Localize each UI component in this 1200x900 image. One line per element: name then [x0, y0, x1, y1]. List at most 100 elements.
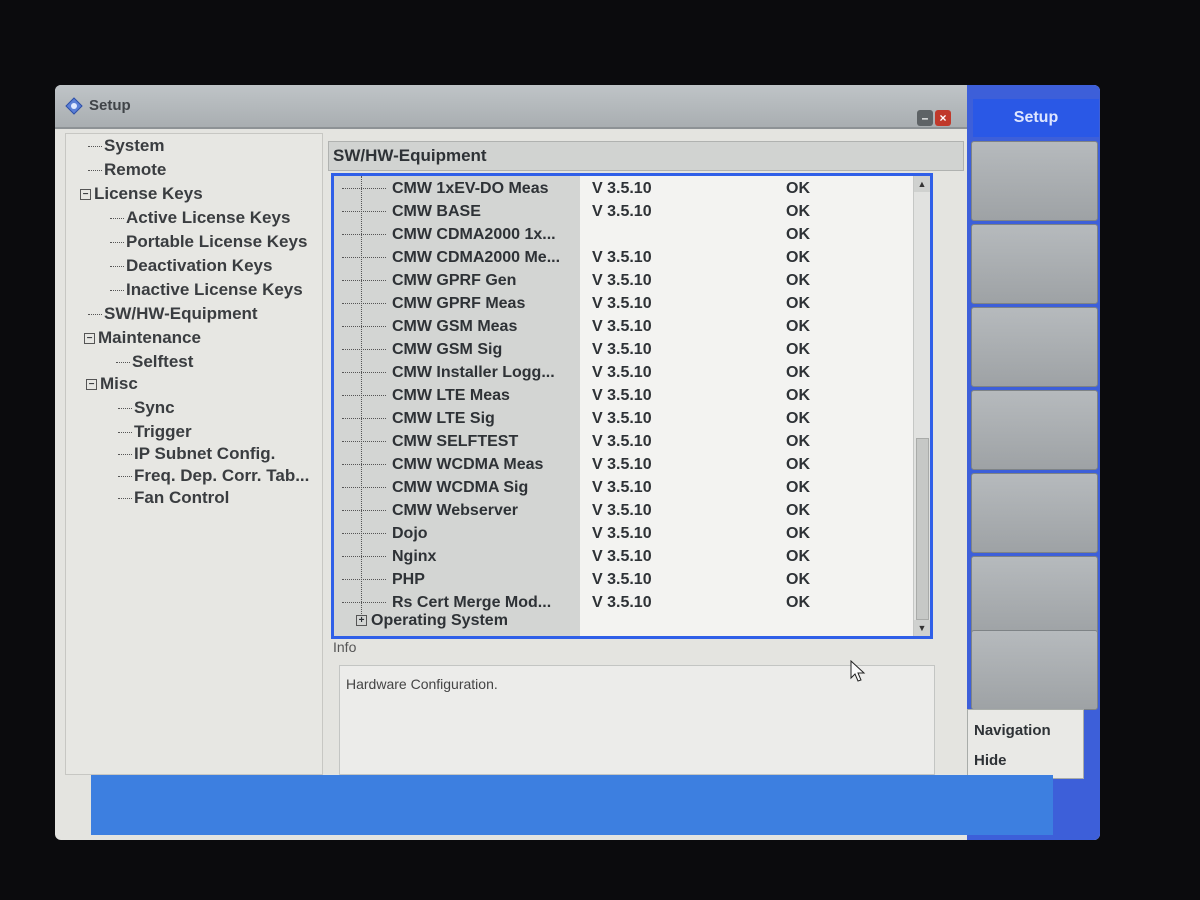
table-row[interactable]: PHP V 3.5.10 OK: [334, 569, 914, 592]
tree-item-label: License Keys: [94, 184, 203, 203]
row-status: OK: [786, 295, 810, 312]
info-label: Info: [333, 639, 357, 655]
collapse-icon[interactable]: −: [80, 189, 91, 201]
row-status: OK: [786, 410, 810, 427]
navigation-hide-softkey[interactable]: Navigation Hide: [967, 709, 1084, 779]
row-version: V 3.5.10: [592, 456, 652, 473]
sw-equipment-table: CMW 1xEV-DO Meas V 3.5.10 OK CMW BASE V …: [331, 173, 933, 639]
row-version: V 3.5.10: [592, 364, 652, 381]
tree-item-label: Active License Keys: [126, 208, 291, 227]
minimize-button[interactable]: –: [917, 110, 933, 126]
softkey-4[interactable]: [971, 390, 1098, 470]
collapse-icon[interactable]: −: [84, 333, 95, 345]
table-row[interactable]: CMW GSM Sig V 3.5.10 OK: [334, 339, 914, 362]
tree-item-label: Inactive License Keys: [126, 280, 303, 299]
tree-item-fan-control[interactable]: Fan Control: [118, 488, 229, 508]
table-row[interactable]: CMW GPRF Gen V 3.5.10 OK: [334, 270, 914, 293]
collapse-icon[interactable]: −: [86, 379, 97, 391]
scroll-up-button[interactable]: ▲: [914, 176, 930, 192]
scroll-thumb[interactable]: [916, 438, 929, 620]
scroll-down-button[interactable]: ▼: [914, 620, 930, 636]
tree-connector: [342, 234, 386, 236]
tree-item-deactivation-keys[interactable]: Deactivation Keys: [110, 256, 272, 276]
table-row[interactable]: CMW BASE V 3.5.10 OK: [334, 201, 914, 224]
close-button[interactable]: ×: [935, 110, 951, 126]
tree-item-label: Freq. Dep. Corr. Tab...: [134, 466, 310, 485]
tree-item-operating-system[interactable]: + Operating System: [356, 612, 508, 630]
tree-item-trigger[interactable]: Trigger: [118, 422, 192, 442]
tree-connector: [342, 556, 386, 558]
row-version: V 3.5.10: [592, 433, 652, 450]
tree-connector: [342, 326, 386, 328]
row-name: CMW Installer Logg...: [342, 364, 555, 382]
row-name: CMW LTE Sig: [342, 410, 495, 428]
row-status: OK: [786, 387, 810, 404]
softkey-5[interactable]: [971, 473, 1098, 553]
vertical-scrollbar[interactable]: ▲ ▼: [913, 176, 930, 636]
softkey-setup-title[interactable]: Setup: [973, 99, 1099, 137]
table-row[interactable]: CMW 1xEV-DO Meas V 3.5.10 OK: [334, 178, 914, 201]
tree-item-ip-subnet-config[interactable]: IP Subnet Config.: [118, 444, 275, 464]
row-status: OK: [786, 180, 810, 197]
softkey-7[interactable]: [971, 630, 1098, 710]
tree-item-sw-hw-equipment[interactable]: SW/HW-Equipment: [88, 304, 258, 324]
window-titlebar: Setup – ×: [55, 85, 967, 129]
row-version: V 3.5.10: [592, 479, 652, 496]
row-status: OK: [786, 226, 810, 243]
softkey-2[interactable]: [971, 224, 1098, 304]
tree-item-remote[interactable]: Remote: [88, 160, 166, 180]
row-name: Rs Cert Merge Mod...: [342, 594, 551, 612]
softkey-6[interactable]: [971, 556, 1098, 636]
row-status: OK: [786, 203, 810, 220]
status-bar: [91, 775, 1053, 835]
table-row[interactable]: CMW SELFTEST V 3.5.10 OK: [334, 431, 914, 454]
row-version: V 3.5.10: [592, 548, 652, 565]
row-version: V 3.5.10: [592, 502, 652, 519]
tree-item-active-license-keys[interactable]: Active License Keys: [110, 208, 290, 228]
row-version: V 3.5.10: [592, 180, 652, 197]
table-row[interactable]: CMW GSM Meas V 3.5.10 OK: [334, 316, 914, 339]
navigation-tree: System Remote − License Keys Active Licen…: [65, 133, 323, 775]
row-name: CMW GSM Meas: [342, 318, 517, 336]
row-status: OK: [786, 341, 810, 358]
table-row[interactable]: CMW Installer Logg... V 3.5.10 OK: [334, 362, 914, 385]
table-row[interactable]: CMW CDMA2000 1x... OK: [334, 224, 914, 247]
expand-icon[interactable]: +: [356, 615, 367, 627]
tree-item-freq-dep-corr-tab[interactable]: Freq. Dep. Corr. Tab...: [118, 466, 309, 486]
tree-connector: [342, 441, 386, 443]
table-row[interactable]: CMW GPRF Meas V 3.5.10 OK: [334, 293, 914, 316]
table-row[interactable]: CMW LTE Meas V 3.5.10 OK: [334, 385, 914, 408]
table-row[interactable]: CMW Webserver V 3.5.10 OK: [334, 500, 914, 523]
row-version: V 3.5.10: [592, 272, 652, 289]
tree-connector: [342, 188, 386, 190]
row-name: CMW Webserver: [342, 502, 518, 520]
table-row[interactable]: CMW LTE Sig V 3.5.10 OK: [334, 408, 914, 431]
tree-item-portable-license-keys[interactable]: Portable License Keys: [110, 232, 307, 252]
app-logo-icon: [65, 97, 83, 115]
tree-item-inactive-license-keys[interactable]: Inactive License Keys: [110, 280, 303, 300]
softkey-1[interactable]: [971, 141, 1098, 221]
tree-item-license-keys[interactable]: − License Keys: [80, 184, 203, 204]
tree-item-maintenance[interactable]: − Maintenance: [84, 328, 201, 348]
tree-item-system[interactable]: System: [88, 136, 164, 156]
row-name: CMW SELFTEST: [342, 433, 518, 451]
row-name: CMW CDMA2000 1x...: [342, 226, 556, 244]
row-status: OK: [786, 525, 810, 542]
tree-item-label: Selftest: [132, 352, 194, 371]
tree-item-misc[interactable]: − Misc: [86, 374, 138, 394]
table-row[interactable]: CMW WCDMA Sig V 3.5.10 OK: [334, 477, 914, 500]
row-version: V 3.5.10: [592, 571, 652, 588]
tree-item-sync[interactable]: Sync: [118, 398, 175, 418]
tree-connector: [88, 314, 102, 316]
table-row[interactable]: CMW CDMA2000 Me... V 3.5.10 OK: [334, 247, 914, 270]
softkey-3[interactable]: [971, 307, 1098, 387]
tree-item-selftest[interactable]: Selftest: [116, 352, 193, 372]
table-row[interactable]: Nginx V 3.5.10 OK: [334, 546, 914, 569]
table-row[interactable]: CMW WCDMA Meas V 3.5.10 OK: [334, 454, 914, 477]
row-status: OK: [786, 318, 810, 335]
tree-connector: [342, 280, 386, 282]
table-row[interactable]: Dojo V 3.5.10 OK: [334, 523, 914, 546]
row-status: OK: [786, 249, 810, 266]
tree-item-label: Misc: [100, 374, 138, 393]
row-version: V 3.5.10: [592, 295, 652, 312]
